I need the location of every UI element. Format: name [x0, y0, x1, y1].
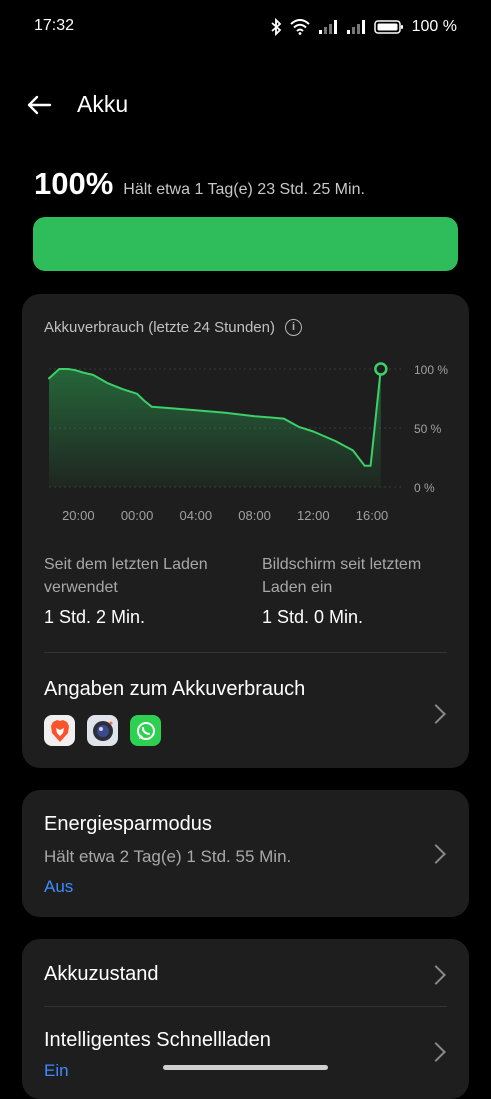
camera-icon — [87, 715, 118, 746]
battery-usage-card: Akkuverbrauch (letzte 24 Stunden) i 100 … — [22, 294, 469, 768]
app-icons — [44, 715, 161, 746]
chevron-right-icon — [426, 704, 446, 724]
power-saving-title: Energiesparmodus — [44, 813, 212, 835]
x-tick-label: 12:00 — [297, 508, 330, 523]
battery-usage-chart[interactable]: 100 % 50 % 0 % 20:00 00:00 04:00 08:00 12:00 16:… — [22, 344, 469, 534]
signal-icon — [318, 20, 337, 34]
y-tick-label: 100 % — [414, 363, 448, 377]
battery-settings-card: Akkuzustand Intelligentes Schnellladen E… — [22, 939, 469, 1099]
chevron-right-icon — [426, 844, 446, 864]
battery-level-bar — [33, 217, 458, 271]
chart-title: Akkuverbrauch (letzte 24 Stunden) — [44, 319, 275, 336]
power-saving-card[interactable]: Energiesparmodus Hält etwa 2 Tag(e) 1 St… — [22, 790, 469, 917]
status-icons: 100 % — [270, 15, 457, 39]
info-icon[interactable]: i — [284, 319, 302, 336]
whatsapp-icon — [130, 715, 161, 746]
smart-charging-title: Intelligentes Schnellladen — [44, 1029, 271, 1051]
screen-on-value: 1 Std. 0 Min. — [262, 607, 364, 627]
y-tick-label: 0 % — [414, 481, 435, 495]
x-tick-label: 04:00 — [180, 508, 213, 523]
page-title: Akku — [77, 91, 129, 117]
back-button[interactable] — [22, 88, 56, 122]
battery-icon — [373, 20, 403, 34]
battery-level-row: 100% Hält etwa 1 Tag(e) 23 Std. 25 Min. — [34, 166, 365, 202]
chevron-right-icon — [426, 965, 446, 985]
chart-title-row: Akkuverbrauch (letzte 24 Stunden) i — [44, 319, 302, 336]
x-tick-label: 08:00 — [238, 508, 271, 523]
usage-details-row[interactable]: Angaben zum Akkuverbrauch — [22, 653, 469, 768]
signal-icon — [346, 20, 365, 34]
current-level-marker — [374, 362, 388, 376]
battery-level-percent: 100% — [34, 166, 114, 201]
battery-health-title: Akkuzustand — [44, 963, 159, 985]
usage-details-title: Angaben zum Akkuverbrauch — [44, 678, 306, 700]
app-header: Akku — [0, 80, 491, 130]
x-tick-label: 20:00 — [62, 508, 95, 523]
since-charge-label: Seit dem letzten Laden verwendet — [44, 556, 208, 596]
chevron-right-icon — [426, 1042, 446, 1062]
smart-charging-row[interactable]: Intelligentes Schnellladen Ein — [22, 1007, 469, 1099]
smart-charging-state: Ein — [44, 1061, 69, 1080]
status-battery-text: 100 % — [411, 18, 457, 35]
since-charge-value: 1 Std. 2 Min. — [44, 607, 146, 627]
battery-health-row[interactable]: Akkuzustand — [22, 939, 469, 1006]
x-tick-label: 00:00 — [121, 508, 154, 523]
brave-icon — [44, 715, 75, 746]
power-saving-subtitle: Hält etwa 2 Tag(e) 1 Std. 55 Min. — [44, 847, 292, 866]
bluetooth-icon — [271, 18, 281, 36]
battery-estimate: Hält etwa 1 Tag(e) 23 Std. 25 Min. — [123, 181, 365, 198]
y-tick-label: 50 % — [414, 422, 442, 436]
screen-on-label: Bildschirm seit letztem Laden ein — [262, 556, 422, 596]
wifi-icon — [289, 19, 310, 35]
status-time: 17:32 — [34, 17, 75, 34]
power-saving-state: Aus — [44, 877, 74, 896]
arrow-left-icon — [27, 95, 52, 115]
usage-area — [49, 369, 381, 487]
status-bar: 17:32 100 % — [0, 0, 491, 56]
battery-level-fill — [33, 217, 458, 271]
home-indicator[interactable] — [163, 1065, 328, 1070]
x-tick-label: 16:00 — [356, 508, 389, 523]
